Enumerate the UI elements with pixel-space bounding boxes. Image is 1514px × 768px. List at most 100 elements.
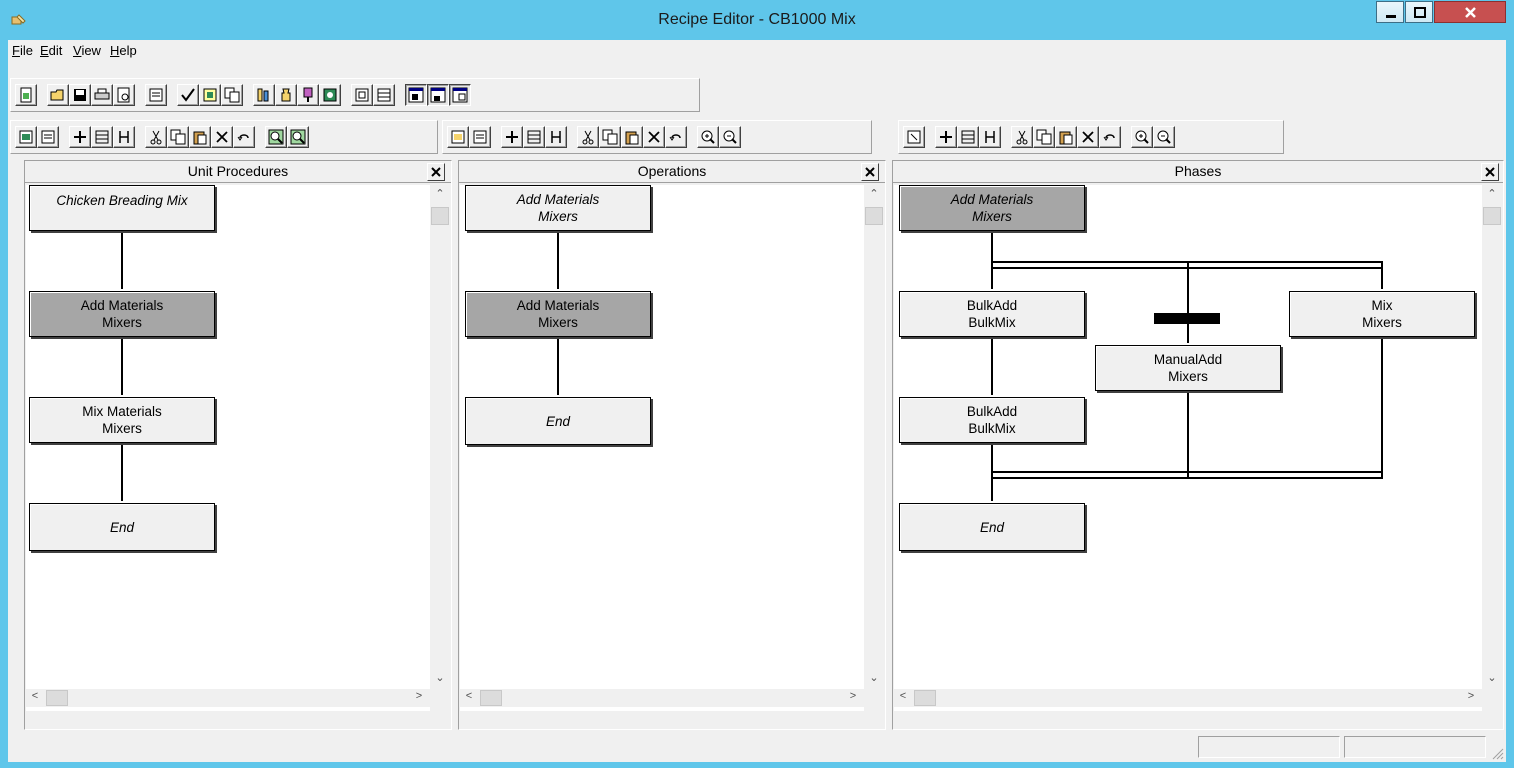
phase-node[interactable]: BulkAdd BulkMix — [899, 291, 1085, 337]
phase-node[interactable]: ManualAdd Mixers — [1095, 345, 1281, 391]
procedure-node-selected[interactable]: Add Materials Mixers — [29, 291, 215, 337]
undo-button[interactable] — [665, 126, 687, 148]
zoom-in-button[interactable] — [265, 126, 287, 148]
undo-button[interactable] — [1099, 126, 1121, 148]
scroll-thumb[interactable] — [914, 690, 936, 706]
add-step-button[interactable] — [69, 126, 91, 148]
delete-button[interactable] — [1077, 126, 1099, 148]
view-procedure-button[interactable] — [351, 84, 373, 106]
view-table-button[interactable] — [373, 84, 395, 106]
cut-button[interactable] — [145, 126, 167, 148]
add-parallel-button[interactable] — [957, 126, 979, 148]
menu-view[interactable]: View — [73, 43, 101, 58]
vertical-scrollbar[interactable]: ⌃ ⌄ — [430, 185, 450, 689]
copy-button[interactable] — [599, 126, 621, 148]
procedure-node[interactable]: Mix Materials Mixers — [29, 397, 215, 443]
operation-node-selected[interactable]: Add Materials Mixers — [465, 291, 651, 337]
save-button[interactable] — [69, 84, 91, 106]
add-parallel-button[interactable] — [523, 126, 545, 148]
menu-help[interactable]: Help — [110, 43, 137, 58]
scroll-thumb[interactable] — [480, 690, 502, 706]
scroll-down-icon[interactable]: ⌄ — [865, 671, 883, 684]
insert-operation-button[interactable] — [447, 126, 469, 148]
end-node[interactable]: End — [465, 397, 651, 445]
procedure-node[interactable]: Chicken Breading Mix — [29, 185, 215, 231]
add-step-button[interactable] — [935, 126, 957, 148]
zoom-out-button[interactable] — [287, 126, 309, 148]
parameters-button[interactable] — [253, 84, 275, 106]
scroll-thumb[interactable] — [46, 690, 68, 706]
phase-node-parent[interactable]: Add Materials Mixers — [899, 185, 1085, 231]
scroll-right-icon[interactable]: > — [1462, 690, 1480, 702]
unit-procedures-canvas[interactable]: Chicken Breading Mix Add Materials Mixer… — [26, 185, 430, 711]
minimize-button[interactable] — [1376, 1, 1404, 23]
operation-node[interactable]: Add Materials Mixers — [465, 185, 651, 231]
materials-button[interactable] — [275, 84, 297, 106]
layout-three-button[interactable] — [449, 84, 471, 106]
menu-file[interactable]: File — [12, 43, 33, 58]
vertical-scrollbar[interactable]: ⌃ ⌄ — [864, 185, 884, 689]
insert-unit-procedure-button[interactable] — [15, 126, 37, 148]
scroll-up-icon[interactable]: ⌃ — [431, 187, 449, 200]
delete-button[interactable] — [643, 126, 665, 148]
scroll-left-icon[interactable]: < — [26, 690, 44, 702]
print-button[interactable] — [91, 84, 113, 106]
add-parallel-button[interactable] — [91, 126, 113, 148]
close-button[interactable] — [1434, 1, 1506, 23]
verify-button[interactable] — [177, 84, 199, 106]
end-node[interactable]: End — [899, 503, 1085, 551]
scroll-thumb[interactable] — [431, 207, 449, 225]
end-node[interactable]: End — [29, 503, 215, 551]
menu-edit[interactable]: Edit — [40, 43, 62, 58]
zoom-out-button[interactable] — [719, 126, 741, 148]
open-button[interactable] — [47, 84, 69, 106]
scroll-thumb[interactable] — [1483, 207, 1501, 225]
add-step-button[interactable] — [501, 126, 523, 148]
cut-button[interactable] — [577, 126, 599, 148]
scroll-left-icon[interactable]: < — [460, 690, 478, 702]
horizontal-scrollbar[interactable]: < > — [460, 689, 864, 707]
properties-button[interactable] — [145, 84, 167, 106]
resize-grip-icon[interactable] — [1490, 746, 1504, 760]
zoom-in-button[interactable] — [697, 126, 719, 148]
paste-button[interactable] — [1055, 126, 1077, 148]
phases-canvas[interactable]: Add Materials Mixers BulkAdd BulkMix Man… — [894, 185, 1482, 711]
close-pane-button[interactable] — [1481, 163, 1499, 181]
scroll-down-icon[interactable]: ⌄ — [1483, 671, 1501, 684]
zoom-out-button[interactable] — [1153, 126, 1175, 148]
scroll-thumb[interactable] — [865, 207, 883, 225]
scroll-left-icon[interactable]: < — [894, 690, 912, 702]
scroll-up-icon[interactable]: ⌃ — [865, 187, 883, 200]
add-loop-button[interactable] — [113, 126, 135, 148]
new-recipe-button[interactable] — [15, 84, 37, 106]
operations-canvas[interactable]: Add Materials Mixers Add Materials Mixer… — [460, 185, 864, 711]
vertical-scrollbar[interactable]: ⌃ ⌄ — [1482, 185, 1502, 689]
zoom-in-button[interactable] — [1131, 126, 1153, 148]
copy-recipe-button[interactable] — [221, 84, 243, 106]
horizontal-scrollbar[interactable]: < > — [894, 689, 1482, 707]
unit-procedure-properties-button[interactable] — [37, 126, 59, 148]
layout-two-button[interactable] — [427, 84, 449, 106]
run-button[interactable] — [319, 84, 341, 106]
undo-button[interactable] — [233, 126, 255, 148]
add-loop-button[interactable] — [979, 126, 1001, 148]
scroll-right-icon[interactable]: > — [410, 690, 428, 702]
layout-one-button[interactable] — [405, 84, 427, 106]
print-preview-button[interactable] — [113, 84, 135, 106]
scroll-up-icon[interactable]: ⌃ — [1483, 187, 1501, 200]
reports-button[interactable] — [297, 84, 319, 106]
phase-node[interactable]: Mix Mixers — [1289, 291, 1475, 337]
maximize-button[interactable] — [1405, 1, 1433, 23]
close-pane-button[interactable] — [861, 163, 879, 181]
phase-node[interactable]: BulkAdd BulkMix — [899, 397, 1085, 443]
horizontal-scrollbar[interactable]: < > — [26, 689, 430, 707]
title-bar[interactable]: Recipe Editor - CB1000 Mix — [0, 0, 1514, 40]
copy-button[interactable] — [1033, 126, 1055, 148]
paste-button[interactable] — [189, 126, 211, 148]
paste-button[interactable] — [621, 126, 643, 148]
delete-button[interactable] — [211, 126, 233, 148]
scroll-down-icon[interactable]: ⌄ — [431, 671, 449, 684]
insert-phase-button[interactable] — [903, 126, 925, 148]
close-pane-button[interactable] — [427, 163, 445, 181]
formula-button[interactable] — [199, 84, 221, 106]
